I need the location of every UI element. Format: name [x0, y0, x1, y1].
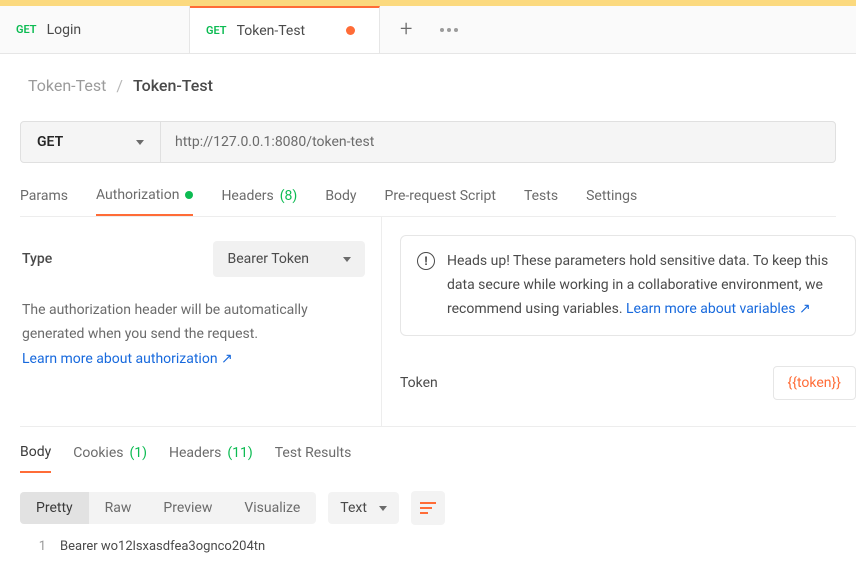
- variables-learn-more-link[interactable]: Learn more about variables: [626, 301, 811, 317]
- response-body: 1 Bearer wo12lsxasdfea3ognco204tn: [20, 539, 836, 554]
- chevron-down-icon: [379, 506, 387, 511]
- breadcrumb: Token-Test / Token-Test: [0, 54, 856, 111]
- resp-tab-cookies[interactable]: Cookies(1): [73, 441, 147, 473]
- authorization-panel: Type Bearer Token The authorization head…: [20, 217, 856, 427]
- format-value: Text: [340, 500, 367, 516]
- breadcrumb-separator: /: [116, 76, 123, 95]
- view-mode-raw[interactable]: Raw: [89, 492, 148, 524]
- line-number: 1: [20, 539, 60, 554]
- auth-left-column: Type Bearer Token The authorization head…: [20, 217, 382, 426]
- tab-prerequest[interactable]: Pre-request Script: [385, 185, 496, 216]
- auth-type-label: Type: [22, 251, 52, 267]
- tab-body[interactable]: Body: [325, 185, 356, 216]
- tab-login[interactable]: GET Login: [0, 6, 190, 53]
- view-mode-group: Pretty Raw Preview Visualize: [20, 492, 316, 524]
- wrap-lines-button[interactable]: [411, 491, 445, 525]
- request-config-tabs: Params Authorization Headers(8) Body Pre…: [20, 185, 836, 217]
- view-mode-pretty[interactable]: Pretty: [20, 492, 89, 524]
- method-select[interactable]: GET: [21, 122, 161, 162]
- info-icon: !: [417, 252, 435, 270]
- resp-tab-headers[interactable]: Headers(11): [169, 441, 253, 473]
- method-badge: GET: [16, 23, 37, 36]
- tab-label: Token-Test: [237, 23, 306, 39]
- tab-tests[interactable]: Tests: [524, 185, 558, 216]
- resp-tab-test-results[interactable]: Test Results: [275, 441, 352, 473]
- tab-token-test[interactable]: GET Token-Test: [190, 6, 380, 53]
- token-input[interactable]: {{token}}: [773, 366, 856, 400]
- tab-settings[interactable]: Settings: [586, 185, 637, 216]
- unsaved-dot-icon: [346, 26, 355, 35]
- breadcrumb-parent[interactable]: Token-Test: [28, 76, 106, 95]
- auth-type-select[interactable]: Bearer Token: [213, 241, 365, 277]
- response-controls: Pretty Raw Preview Visualize Text: [20, 491, 836, 525]
- active-dot-icon: [185, 191, 193, 199]
- resp-tab-body[interactable]: Body: [20, 441, 51, 473]
- auth-description: The authorization header will be automat…: [22, 299, 365, 347]
- response-tabs: Body Cookies(1) Headers(11) Test Results: [20, 441, 836, 473]
- response-text: Bearer wo12lsxasdfea3ognco204tn: [60, 539, 265, 554]
- view-mode-visualize[interactable]: Visualize: [228, 492, 316, 524]
- breadcrumb-current: Token-Test: [133, 76, 213, 95]
- tab-label: Login: [47, 22, 82, 38]
- new-tab-button[interactable]: +: [400, 17, 412, 42]
- request-tabs-bar: GET Login GET Token-Test +: [0, 6, 856, 54]
- wrap-icon: [420, 502, 436, 514]
- chevron-down-icon: [136, 140, 144, 145]
- more-options-button[interactable]: [440, 28, 458, 32]
- tab-headers[interactable]: Headers(8): [221, 185, 297, 216]
- chevron-down-icon: [343, 257, 351, 262]
- auth-learn-more-link[interactable]: Learn more about authorization: [22, 351, 233, 367]
- auth-type-value: Bearer Token: [227, 251, 309, 267]
- auth-right-column: ! Heads up! These parameters hold sensit…: [382, 217, 856, 426]
- format-select[interactable]: Text: [328, 492, 399, 524]
- sensitive-data-warning: ! Heads up! These parameters hold sensit…: [400, 235, 856, 336]
- method-badge: GET: [206, 24, 227, 37]
- url-input[interactable]: [161, 122, 835, 162]
- token-label: Token: [400, 375, 438, 391]
- request-url-bar: GET: [20, 121, 836, 163]
- tab-authorization[interactable]: Authorization: [96, 185, 193, 216]
- method-value: GET: [37, 134, 63, 150]
- tab-params[interactable]: Params: [20, 185, 68, 216]
- view-mode-preview[interactable]: Preview: [147, 492, 228, 524]
